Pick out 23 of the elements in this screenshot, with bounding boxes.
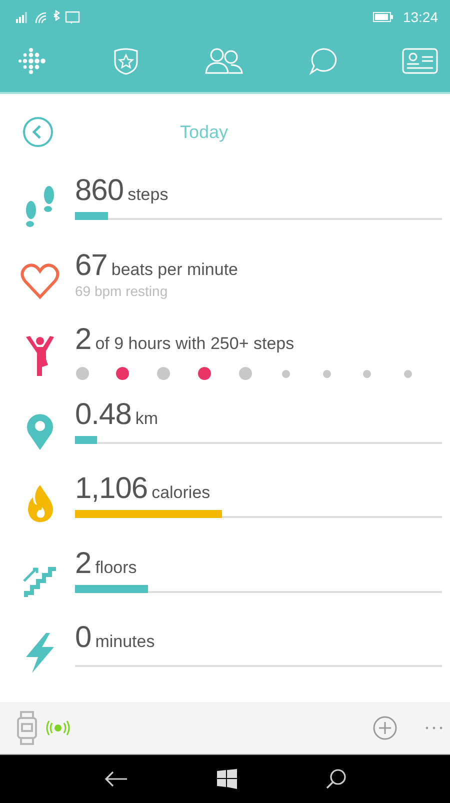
tracker-watch-icon[interactable] (16, 711, 38, 745)
metric-value: 0.48 km (75, 398, 158, 432)
back-arrow-icon[interactable] (103, 769, 130, 789)
date-title: Today (180, 122, 228, 142)
more-icon[interactable] (424, 725, 444, 731)
metric-value: 67 beats per minute (75, 248, 238, 282)
chat-bubble-icon[interactable] (308, 46, 338, 76)
metric-value: 1,106 calories (75, 472, 210, 506)
windows-logo-icon[interactable] (216, 768, 238, 790)
search-icon[interactable] (324, 768, 347, 790)
clock-time: 13:24 (402, 9, 438, 25)
metric-value: 2 of 9 hours with 250+ steps (75, 323, 294, 357)
metric-value: 860 steps (75, 174, 168, 208)
friends-icon[interactable] (205, 47, 243, 75)
resting-rate: 69 bpm resting (75, 282, 168, 298)
metric-value: 2 floors (75, 546, 137, 580)
dots-logo-icon[interactable] (16, 46, 46, 76)
sync-signal-icon (46, 720, 70, 736)
back-button[interactable] (22, 116, 54, 148)
add-button[interactable] (372, 715, 398, 741)
metric-value: 0 minutes (75, 621, 155, 655)
battery-icon (372, 12, 393, 22)
id-card-icon[interactable] (402, 47, 438, 75)
